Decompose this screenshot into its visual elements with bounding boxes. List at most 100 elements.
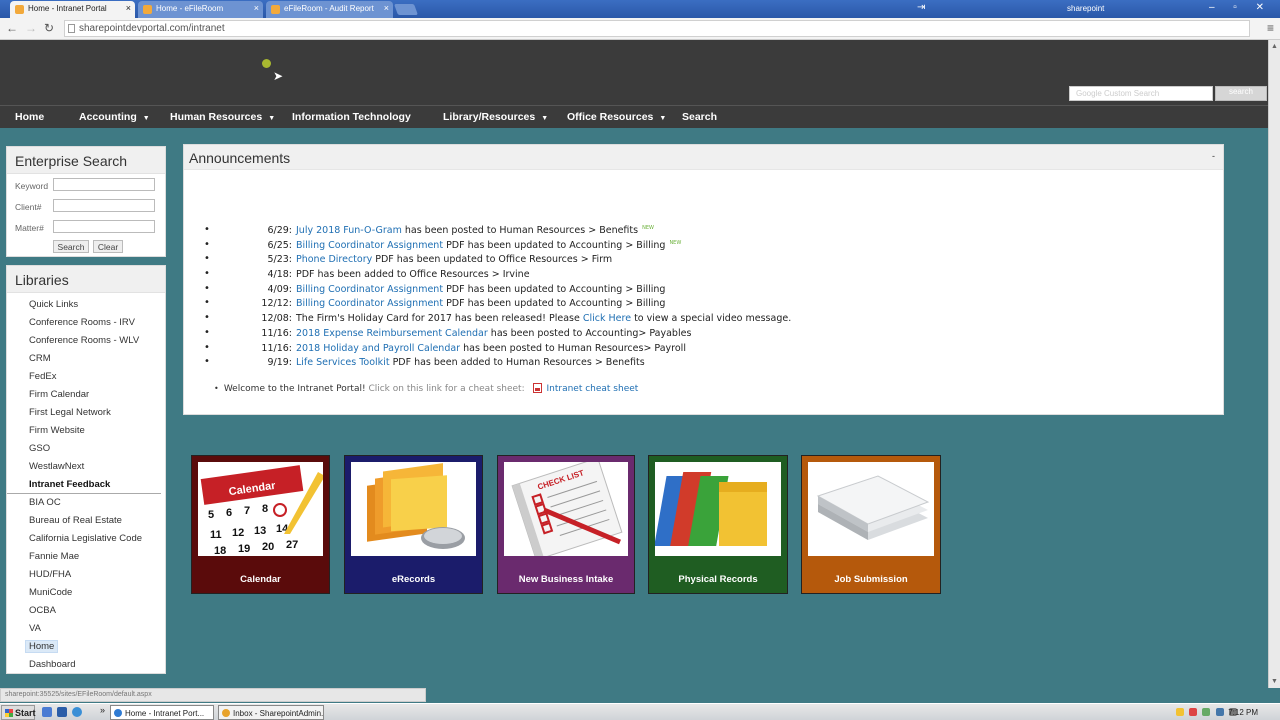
library-item[interactable]: GSO xyxy=(7,440,167,458)
libraries-panel: Libraries Quick Links Conference Rooms - … xyxy=(6,265,166,674)
tab-title: eFileRoom - Audit Report xyxy=(284,4,374,13)
cheat-sheet-link[interactable]: Intranet cheat sheet xyxy=(546,384,638,394)
nav-human-resources[interactable]: Human Resources ▼ xyxy=(170,111,275,123)
google-search-input[interactable]: Google Custom Search xyxy=(1069,86,1213,101)
client-input[interactable] xyxy=(53,199,155,212)
announcement-link[interactable]: Life Services Toolkit xyxy=(296,357,390,368)
sharepoint-favicon-icon xyxy=(271,5,280,14)
announcement-text: PDF has been added to Office Resources >… xyxy=(296,269,530,281)
enterprise-clear-button[interactable]: Clear xyxy=(93,240,123,253)
library-item[interactable]: California Legislative Code xyxy=(7,530,167,548)
library-item[interactable]: First Legal Network xyxy=(7,404,167,422)
tile-calendar[interactable]: Calendar 5678 11 12 13 14 18 19 20 27 Calendar xyxy=(191,455,330,594)
browser-tab-audit-report[interactable]: eFileRoom - Audit Report × xyxy=(266,1,393,18)
nav-home[interactable]: Home xyxy=(15,111,44,123)
tile-erecords[interactable]: eRecords xyxy=(344,455,483,594)
bullet: • xyxy=(204,297,210,309)
browser-tab-home-intranet[interactable]: Home - Intranet Portal × xyxy=(10,1,135,18)
library-item[interactable]: Home xyxy=(7,638,167,656)
announcement-date: 4/09: xyxy=(267,283,292,295)
announcement-link[interactable]: 2018 Expense Reimbursement Calendar xyxy=(296,328,488,339)
nav-office-resources[interactable]: Office Resources ▼ xyxy=(567,111,666,123)
scroll-up-icon[interactable]: ▲ xyxy=(1271,43,1278,50)
library-item[interactable]: WestlawNext xyxy=(7,458,167,476)
reload-icon[interactable]: ↻ xyxy=(44,21,54,35)
bullet: • xyxy=(204,312,210,324)
taskbar-item-outlook[interactable]: Inbox - SharepointAdmin... xyxy=(218,705,324,720)
library-item[interactable]: VA xyxy=(7,620,167,638)
nav-accounting[interactable]: Accounting ▼ xyxy=(79,111,150,123)
tab-close-icon[interactable]: × xyxy=(126,3,131,13)
tab-title: Home - eFileRoom xyxy=(156,4,224,13)
window-controls[interactable]: ‒ ▫ ✕ xyxy=(1209,2,1272,13)
google-search-button[interactable]: search xyxy=(1215,86,1267,101)
tray-icon[interactable] xyxy=(1176,708,1184,716)
announcement-link[interactable]: Billing Coordinator Assignment xyxy=(296,298,443,309)
announcement-date: 12/08: xyxy=(261,313,292,325)
bullet: • xyxy=(204,238,210,250)
announcement-link[interactable]: July 2018 Fun-O-Gram xyxy=(296,225,402,236)
library-item[interactable]: Firm Website xyxy=(7,422,167,440)
library-item[interactable]: MuniCode xyxy=(7,584,167,602)
back-arrow-icon[interactable]: ← xyxy=(6,21,18,35)
keyword-label: Keyword xyxy=(15,181,49,191)
announcement-link[interactable]: Click Here xyxy=(583,313,631,324)
forward-arrow-icon[interactable]: → xyxy=(25,21,37,35)
collapse-button[interactable]: - xyxy=(1212,151,1215,161)
library-item[interactable]: OCBA xyxy=(7,602,167,620)
announcement-link[interactable]: 2018 Holiday and Payroll Calendar xyxy=(296,343,460,354)
tile-new-business-intake[interactable]: CHECK LIST New Business Intake xyxy=(497,455,635,594)
announcement-link[interactable]: Phone Directory xyxy=(296,254,372,265)
url-field[interactable]: sharepointdevportal.com/intranet xyxy=(64,20,1250,37)
library-item[interactable]: CRM xyxy=(7,350,167,368)
svg-text:7: 7 xyxy=(244,505,250,517)
scroll-down-icon[interactable]: ▼ xyxy=(1271,678,1278,685)
nav-library-resources[interactable]: Library/Resources ▼ xyxy=(443,111,548,123)
show-desktop-icon[interactable] xyxy=(42,707,52,717)
new-badge: NEW xyxy=(642,225,654,231)
library-item[interactable]: FedEx xyxy=(7,368,167,386)
library-item[interactable]: Firm Calendar xyxy=(7,386,167,404)
announcement-link[interactable]: Billing Coordinator Assignment xyxy=(296,240,443,251)
tile-physical-records[interactable]: Physical Records xyxy=(648,455,788,594)
tray-icon[interactable] xyxy=(1202,708,1210,716)
keyword-input[interactable] xyxy=(53,178,155,191)
quicklaunch-expand-icon[interactable]: » xyxy=(100,705,110,715)
announcement-link[interactable]: Billing Coordinator Assignment xyxy=(296,284,443,295)
tile-job-submission[interactable]: Job Submission xyxy=(801,455,941,594)
start-button[interactable]: Start xyxy=(1,705,36,720)
library-item[interactable]: HUD/FHA xyxy=(7,566,167,584)
browser-tab-efileroom[interactable]: Home - eFileRoom × xyxy=(138,1,263,18)
library-item[interactable]: Intranet Feedback xyxy=(7,476,161,494)
announcement-text: PDF has been updated to Office Resources… xyxy=(372,254,613,266)
announcement-date: 6/25: xyxy=(267,239,292,251)
network-icon[interactable] xyxy=(1216,708,1224,716)
paper-stack-image xyxy=(808,462,934,556)
explorer-icon[interactable] xyxy=(57,707,67,717)
nav-search[interactable]: Search xyxy=(682,111,717,123)
welcome-message: • Welcome to the Intranet Portal! Click … xyxy=(214,383,639,394)
cursor-highlight xyxy=(262,59,271,68)
tray-icon[interactable] xyxy=(1189,708,1197,716)
tab-close-icon[interactable]: × xyxy=(254,3,259,13)
taskbar-clock[interactable]: 7:12 PM xyxy=(1228,708,1258,717)
matter-input[interactable] xyxy=(53,220,155,233)
tab-close-icon[interactable]: × xyxy=(384,3,389,13)
tile-label: Physical Records xyxy=(678,574,758,585)
taskbar-item-browser[interactable]: Home - Intranet Port... xyxy=(110,705,214,720)
enterprise-search-button[interactable]: Search xyxy=(53,240,89,253)
page-scrollbar[interactable]: ▲ ▼ xyxy=(1268,40,1280,688)
library-item[interactable]: Conference Rooms - IRV xyxy=(7,314,167,332)
browser-menu-icon[interactable]: ≡ xyxy=(1267,21,1274,35)
library-item[interactable]: Quick Links xyxy=(7,296,167,314)
nav-information-technology[interactable]: Information Technology xyxy=(292,111,411,123)
library-item[interactable]: Bureau of Real Estate xyxy=(7,512,167,530)
library-item[interactable]: Conference Rooms - WLV xyxy=(7,332,167,350)
library-item[interactable]: BIA OC xyxy=(7,494,167,512)
library-item[interactable]: Dashboard xyxy=(7,656,167,674)
announcement-date: 4/18: xyxy=(267,269,292,281)
library-item[interactable]: Fannie Mae xyxy=(7,548,167,566)
matter-label: Matter# xyxy=(15,223,44,233)
internet-explorer-icon[interactable] xyxy=(72,707,82,717)
new-tab-button[interactable] xyxy=(393,4,419,15)
